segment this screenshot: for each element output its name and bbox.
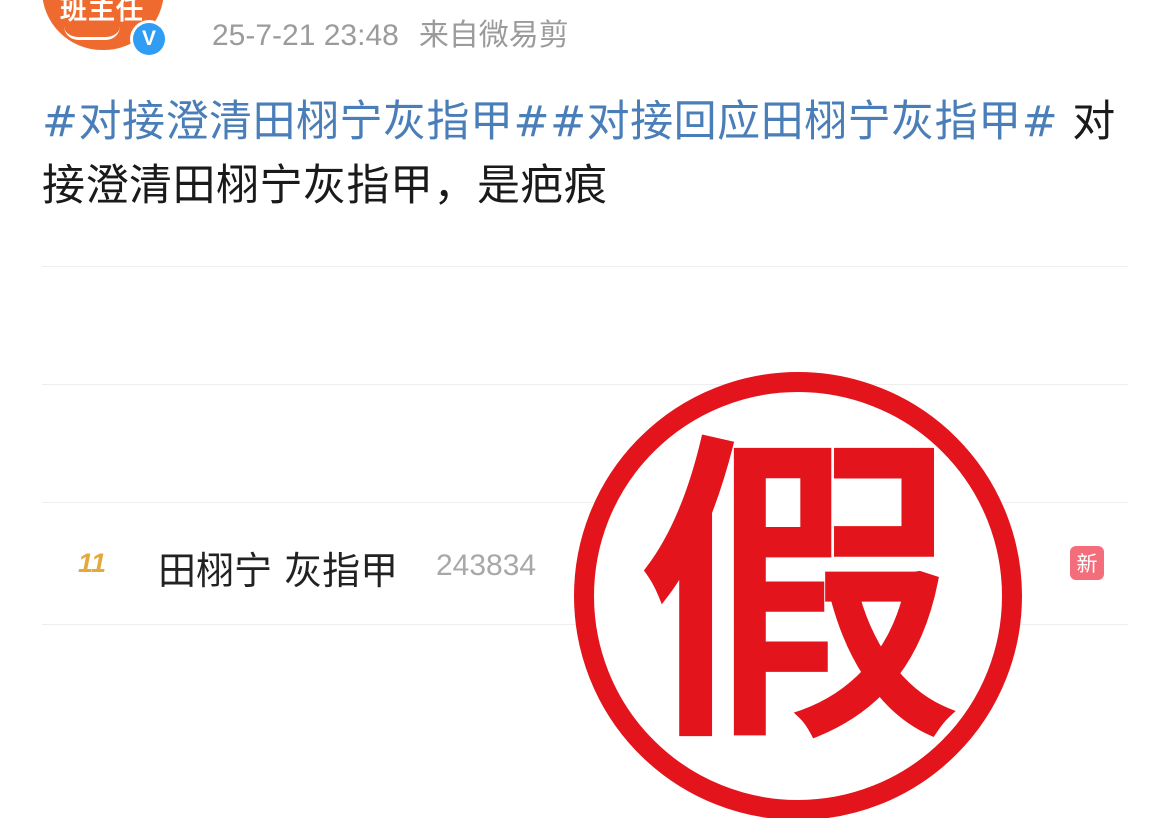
post-image[interactable]: 11 田栩宁 灰指甲 243834 新 假 [42, 260, 1128, 818]
avatar-smile-decoration [64, 26, 120, 40]
verified-badge: V [130, 20, 168, 58]
topic-link-respond[interactable]: #对接回应田栩宁灰指甲# [550, 97, 1058, 147]
post-timestamp: 25-7-21 23:48 [212, 19, 399, 52]
trend-title: 田栩宁 灰指甲 [158, 549, 399, 593]
stamp-character: 假 [639, 411, 957, 781]
post-meta: 25-7-21 23:48 来自微易剪 [212, 10, 569, 52]
weibo-post: 班主任 V 25-7-21 23:48 来自微易剪 #对接澄清田栩宁灰指甲##对接… [0, 0, 1170, 818]
fake-stamp: 假 [574, 372, 1022, 818]
divider [42, 266, 1128, 267]
trend-rank: 11 [78, 548, 107, 578]
topic-link-clarify[interactable]: #对接澄清田栩宁灰指甲# [42, 97, 550, 147]
trend-count: 243834 [436, 549, 537, 582]
post-source[interactable]: 来自微易剪 [419, 19, 569, 52]
verified-icon: V [133, 23, 165, 55]
new-badge: 新 [1070, 546, 1104, 580]
avatar-logo-text: 班主任 [60, 0, 144, 26]
post-text: #对接澄清田栩宁灰指甲##对接回应田栩宁灰指甲# 对接澄清田栩宁灰指甲，是疤痕 [42, 90, 1132, 218]
